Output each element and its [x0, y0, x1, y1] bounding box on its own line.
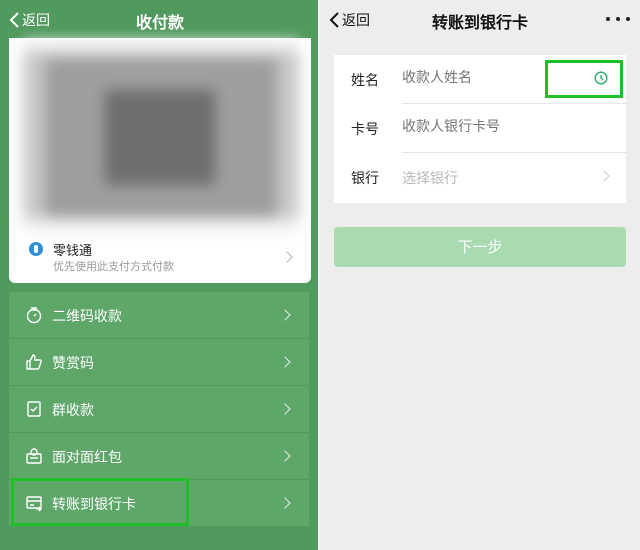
menu-item-label: 赞赏码	[52, 356, 94, 372]
payment-method-row[interactable]: 零钱通 优先使用此支付方式付款	[9, 232, 311, 283]
receive-pay-screen: 返回 收付款 零钱通 优先使用此支付方式付款 二维码收款 赞赏码 群收款 面对面…	[0, 0, 320, 550]
menu-item-label: 面对面红包	[52, 450, 122, 466]
chevron-right-icon	[281, 251, 293, 263]
bank-row[interactable]: 银行 选择银行	[334, 153, 626, 202]
card-number-label: 卡号	[351, 122, 379, 138]
next-step-button[interactable]: 下一步	[334, 227, 626, 267]
group-receipt-icon	[25, 400, 43, 418]
menu-item-face-to-face-red-packet[interactable]: 面对面红包	[9, 433, 309, 479]
left-page-title: 收付款	[135, 13, 184, 32]
transfer-to-bank-card-screen: 返回 转账到银行卡 姓名 卡号 银行 选择银行 下一步	[320, 0, 640, 550]
chevron-right-icon	[279, 356, 291, 368]
left-nav-bar: 返回 收付款	[0, 0, 320, 40]
card-number-row: 卡号	[334, 104, 626, 153]
menu-item-qr-receive[interactable]: 二维码收款	[9, 292, 309, 338]
highlight-box-clock	[545, 60, 623, 98]
card-number-input[interactable]	[402, 119, 542, 135]
more-options-icon[interactable]	[606, 10, 630, 28]
bank-label: 银行	[351, 171, 379, 187]
chevron-right-icon	[279, 309, 291, 321]
menu-item-group-receipt[interactable]: 群收款	[9, 386, 309, 432]
payee-name-input[interactable]	[402, 70, 542, 86]
chevron-right-icon	[279, 403, 291, 415]
right-nav-bar: 返回 转账到银行卡	[320, 0, 640, 40]
qr-card: 零钱通 优先使用此支付方式付款	[9, 38, 311, 283]
chevron-right-icon	[279, 450, 291, 462]
name-label: 姓名	[351, 73, 379, 89]
coin-timer-icon	[25, 306, 43, 324]
qr-code-blurred	[23, 40, 299, 232]
menu-item-label: 群收款	[52, 403, 94, 419]
menu-item-label: 二维码收款	[52, 309, 122, 325]
chevron-right-icon	[598, 170, 610, 182]
chevron-right-icon	[279, 497, 291, 509]
lingqiantong-icon	[29, 242, 43, 256]
thumbs-up-icon	[25, 353, 43, 371]
menu-item-appreciation-code[interactable]: 赞赏码	[9, 339, 309, 385]
payment-method-subtitle: 优先使用此支付方式付款	[53, 260, 174, 273]
highlight-box-transfer	[11, 478, 189, 526]
bank-select[interactable]: 选择银行	[402, 168, 542, 188]
right-page-title: 转账到银行卡	[431, 13, 528, 32]
red-packet-icon	[25, 447, 43, 465]
payment-method-title: 零钱通	[53, 244, 93, 259]
